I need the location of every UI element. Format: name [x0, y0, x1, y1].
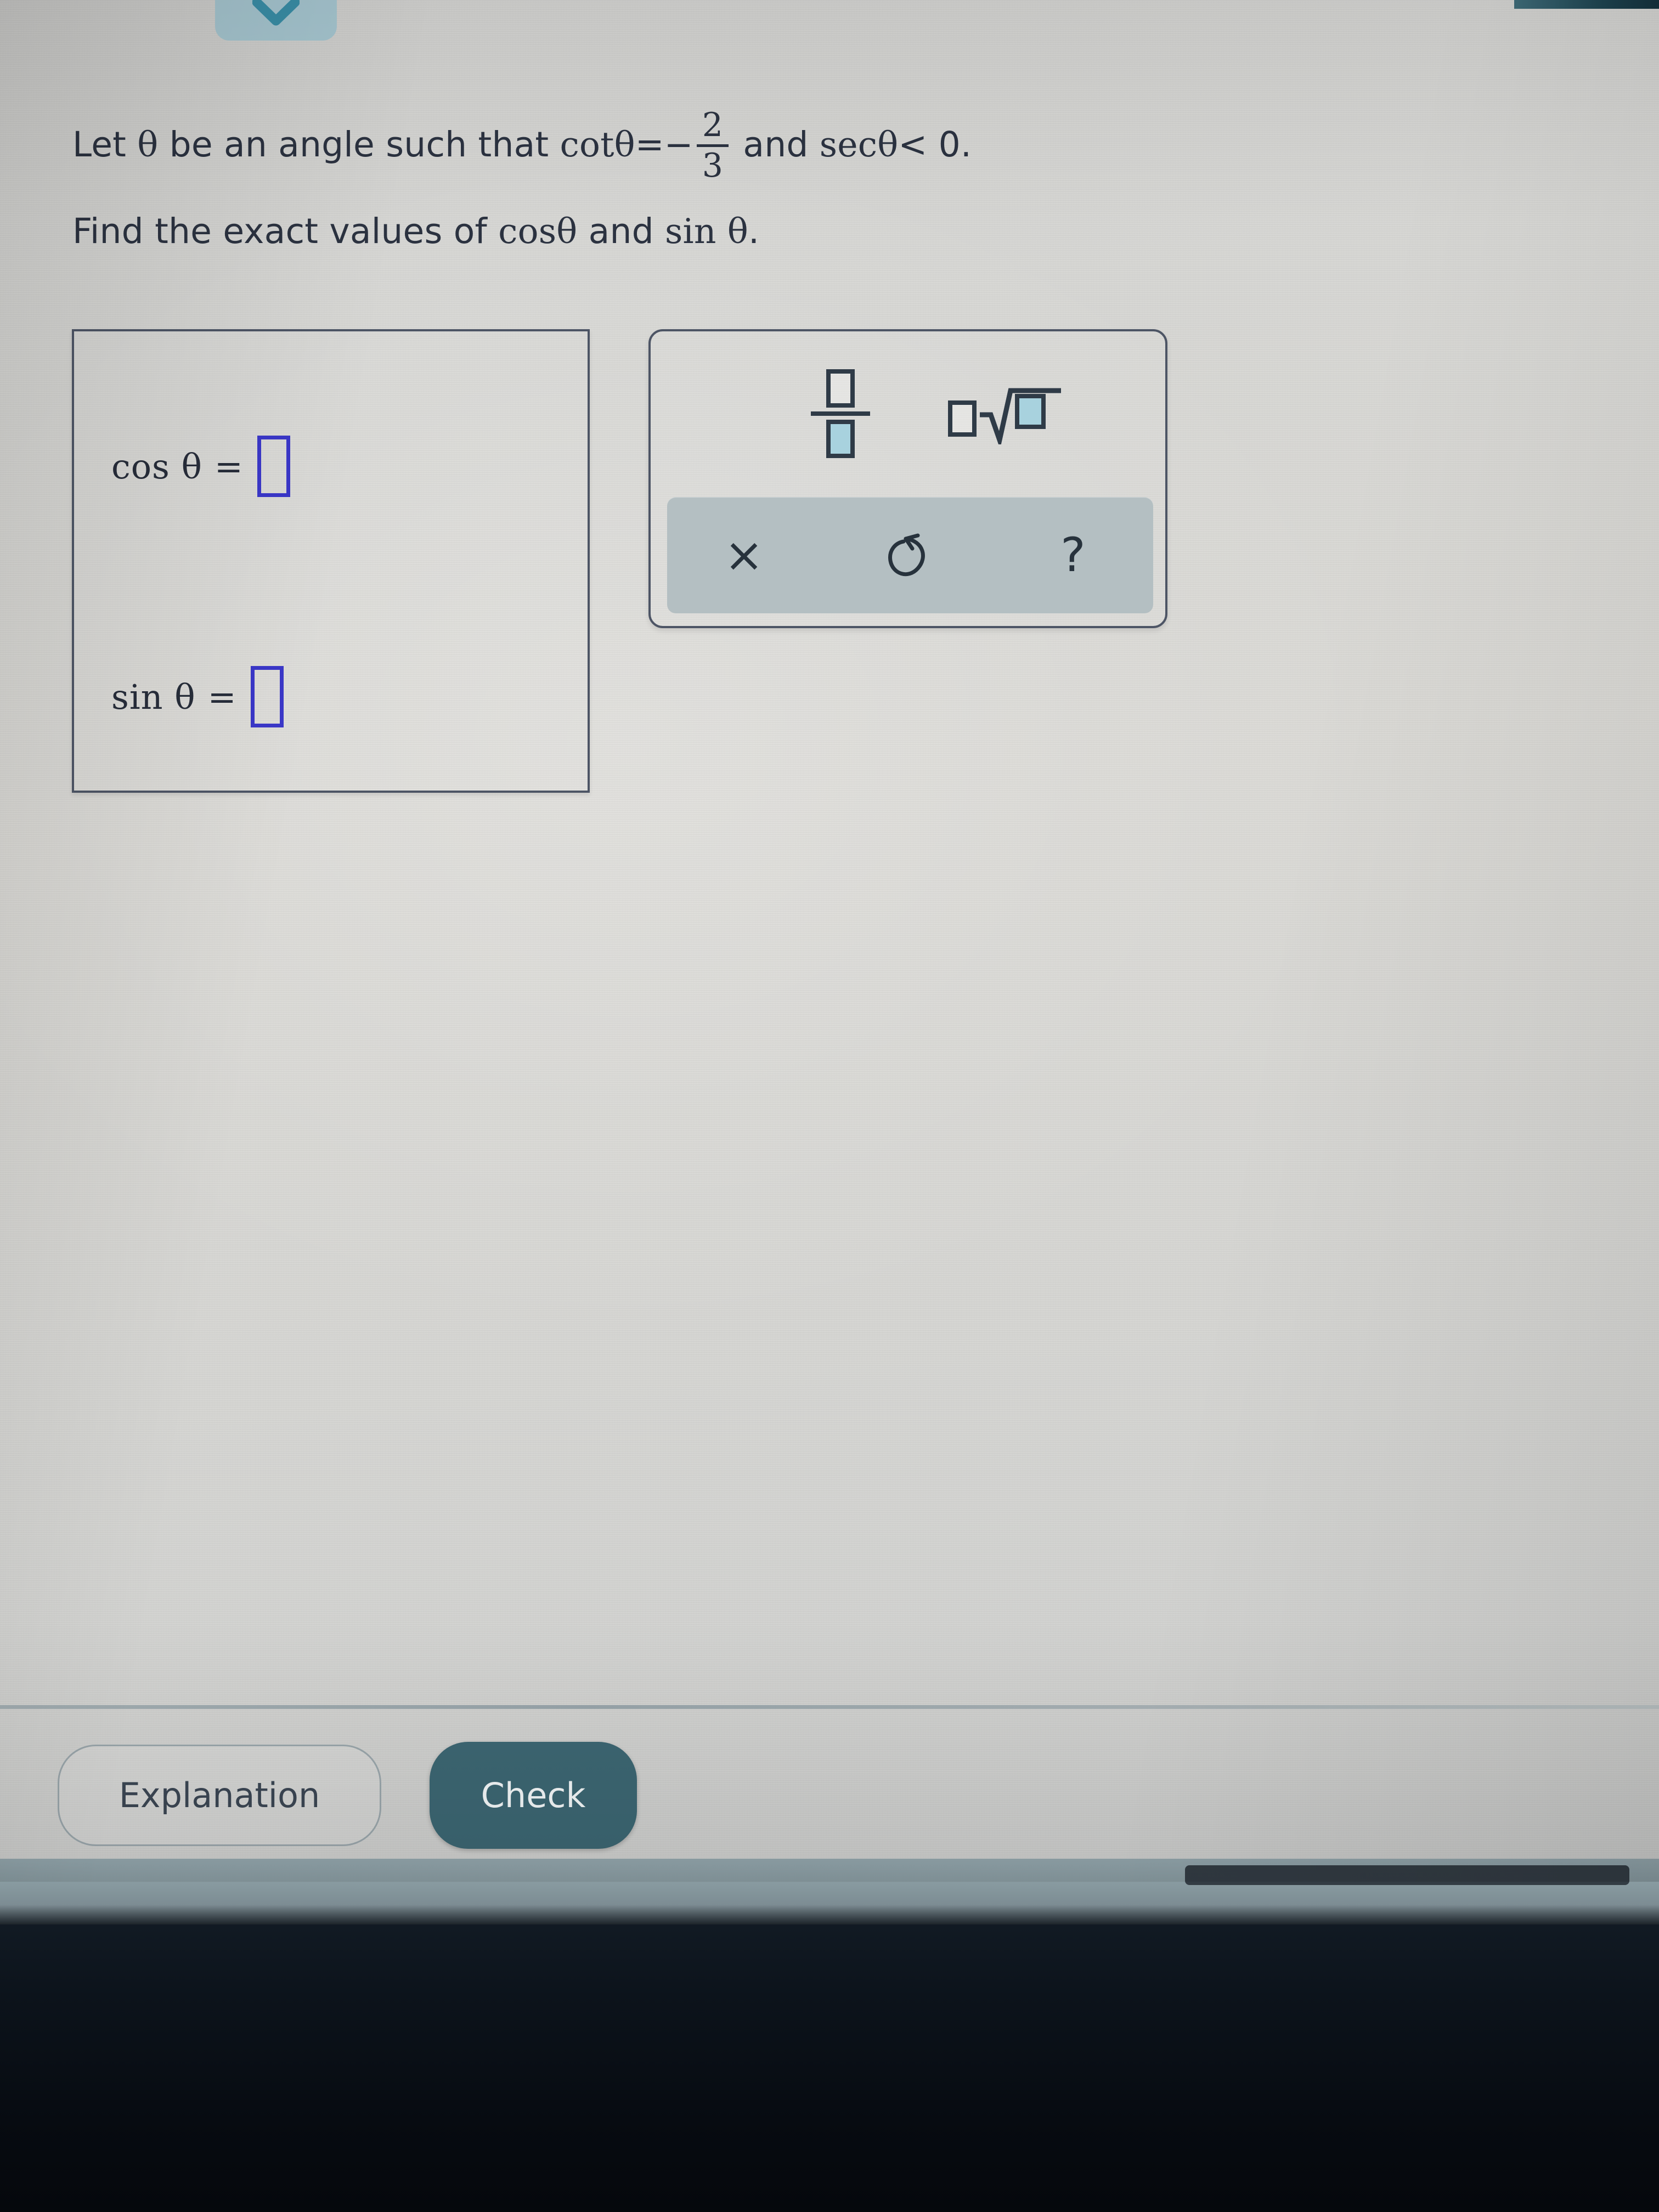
cos-answer-input[interactable]: [257, 436, 290, 497]
question-mark-icon: ?: [1060, 528, 1086, 583]
inequality-sec: < 0.: [898, 124, 972, 165]
device-screen: Let θ be an angle such that cotθ=− 2 3 and…: [0, 0, 1659, 1882]
find-text-a: Find the exact values of: [72, 211, 499, 251]
minus-sign: −: [664, 124, 693, 165]
math-template-row: [651, 331, 1165, 496]
problem-statement-line-1: Let θ be an angle such that cotθ=− 2 3 and…: [72, 106, 972, 185]
explanation-button[interactable]: Explanation: [58, 1745, 381, 1846]
fraction-template-button[interactable]: [791, 359, 890, 469]
answer-row-cos: cos θ =: [111, 436, 290, 497]
cos-theta-label: cos θ: [111, 446, 202, 487]
help-button[interactable]: ?: [1013, 497, 1133, 613]
stmt-theta-1: θ: [137, 124, 159, 165]
cot-value-fraction: 23: [696, 106, 729, 185]
cos-equals-sign: =: [214, 446, 243, 487]
chevron-down-icon: [252, 0, 300, 29]
fraction-divider-bar: [811, 411, 870, 416]
sin-theta-label: sin θ: [111, 676, 196, 717]
undo-button[interactable]: [848, 497, 969, 613]
conjunction-and: [732, 125, 743, 165]
find-text-c: .: [748, 211, 760, 251]
math-palette-panel: × ?: [648, 329, 1167, 628]
close-x-icon: ×: [724, 528, 764, 583]
stmt-middle: be an angle such that: [158, 124, 560, 165]
nth-root-template-button[interactable]: [936, 359, 1073, 469]
theta-sin-inline: θ: [727, 211, 749, 251]
collapse-panel-button[interactable]: [215, 0, 337, 41]
footer-divider: [0, 1705, 1659, 1709]
stmt-theta-3: θ: [877, 124, 899, 165]
answer-box: cos θ = sin θ =: [72, 329, 590, 793]
and-label: and: [743, 124, 809, 165]
root-index-slot: [948, 400, 977, 437]
photo-of-screen: Let θ be an angle such that cotθ=− 2 3 and…: [0, 0, 1659, 2212]
theta-cos-inline: θ: [556, 211, 578, 251]
fraction-numerator-slot: [826, 369, 855, 408]
problem-statement-line-2: Find the exact values of cosθ and sin θ.: [72, 214, 759, 249]
answer-row-sin: sin θ =: [111, 666, 284, 727]
equals-sign: =: [635, 124, 664, 165]
cos-label-inline: cos: [498, 211, 557, 251]
sec-label: sec: [819, 124, 878, 165]
check-button[interactable]: Check: [430, 1742, 637, 1849]
fraction-numerator: 2: [702, 106, 724, 144]
find-text-b: and: [577, 211, 665, 251]
stmt-theta-2: θ: [614, 124, 635, 165]
fraction-icon: [811, 369, 870, 458]
dark-surround: [0, 1882, 1659, 2212]
sin-equals-sign: =: [207, 676, 236, 717]
undo-arrow-icon: [884, 527, 933, 584]
clear-button[interactable]: ×: [684, 497, 804, 613]
fraction-denominator: 3: [702, 146, 724, 185]
sin-answer-input[interactable]: [250, 666, 284, 727]
sin-label-inline: sin: [664, 211, 716, 251]
radicand-slot: [1015, 394, 1046, 429]
footer-action-bar: Explanation Check: [0, 1709, 1659, 1868]
stmt-prefix: Let: [72, 124, 138, 165]
cot-label: cot: [560, 124, 614, 165]
exercise-content: Let θ be an angle such that cotθ=− 2 3 and…: [0, 0, 1659, 1882]
radical-sign: [980, 383, 1061, 444]
device-bezel-notch: [1185, 1865, 1629, 1885]
device-top-edge: [1514, 0, 1659, 9]
math-action-strip: × ?: [667, 497, 1153, 613]
fraction-denominator-slot: [826, 420, 855, 458]
nth-root-icon: [948, 383, 1061, 444]
